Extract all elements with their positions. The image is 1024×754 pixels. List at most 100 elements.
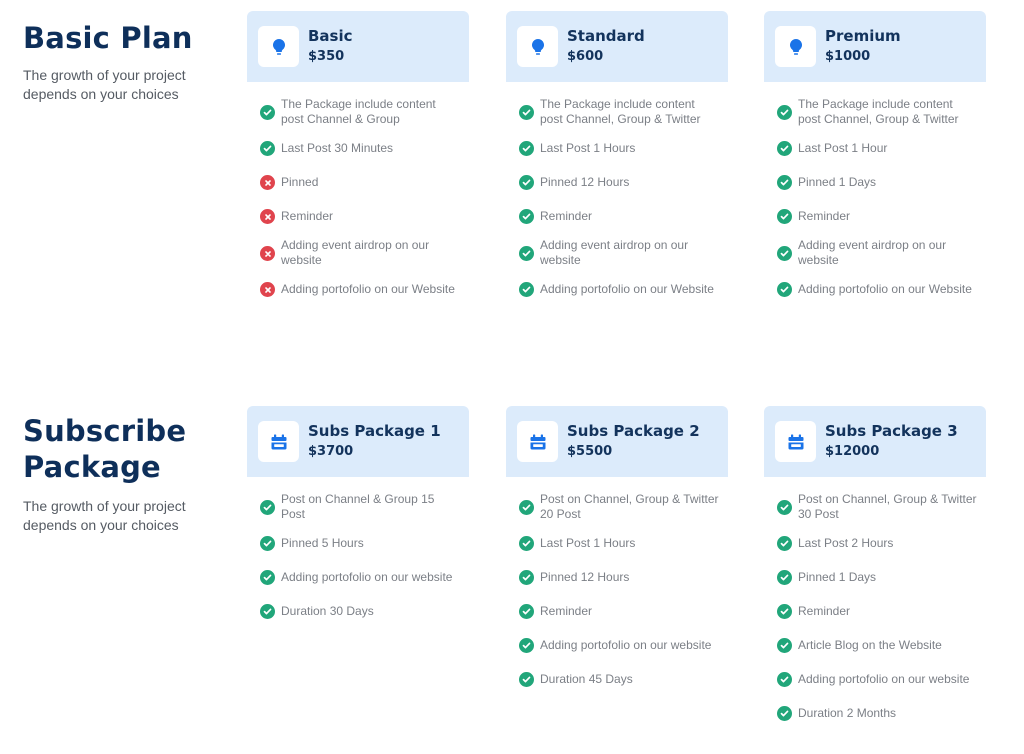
subs-card-package-1[interactable]: Subs Package 1 $3700 Post on Channel & Gro… [247,406,469,619]
feature-item: Adding portofolio on our Website [519,282,728,297]
card-header: Standard $600 [506,11,728,82]
basic-plan-intro: Basic Plan The growth of your project de… [23,20,233,104]
feature-text: Reminder [281,209,334,223]
feature-item: The Package include content post Channel… [777,97,986,127]
check-circle-icon [260,105,275,120]
check-circle-icon [519,604,534,619]
card-price: $600 [567,49,604,64]
feature-text: Post on Channel, Group & Twitter 20 Post [540,492,719,521]
feature-item: Adding portofolio on our website [260,570,469,585]
feature-item: Adding portofolio on our Website [777,282,986,297]
feature-text: Last Post 2 Hours [798,536,894,550]
section-subtitle: The growth of your project depends on yo… [23,67,186,102]
feature-text: Pinned 1 Days [798,175,877,189]
card-title: Subs Package 1 [308,422,441,440]
check-circle-icon [260,604,275,619]
feature-item: Pinned 1 Days [777,175,986,190]
section-subtitle: The growth of your project depends on yo… [23,498,186,533]
cross-circle-icon [260,175,275,190]
feature-text: Adding portofolio on our Website [540,282,714,296]
feature-text: Adding portofolio on our Website [281,282,455,296]
section-title: Subscribe Package [23,414,187,484]
card-title: Subs Package 2 [567,422,700,440]
card-title: Premium [825,27,901,45]
check-circle-icon [519,246,534,261]
feature-text: Reminder [540,604,593,618]
feature-item: Duration 30 Days [260,604,469,619]
feature-item: Reminder [519,209,728,224]
card-header: Basic $350 [247,11,469,82]
feature-text: Last Post 30 Minutes [281,141,394,155]
check-circle-icon [260,500,275,515]
feature-text: Adding event airdrop on our website [281,238,430,267]
check-circle-icon [519,672,534,687]
section-title: Basic Plan [23,21,193,55]
check-circle-icon [260,141,275,156]
feature-text: Reminder [798,604,851,618]
feature-item: Last Post 1 Hour [777,141,986,156]
card-header: Subs Package 3 $12000 [764,406,986,477]
feature-item: Last Post 1 Hours [519,536,728,551]
feature-item: Last Post 2 Hours [777,536,986,551]
calendar-icon [258,421,299,462]
feature-text: Adding event airdrop on our website [798,238,947,267]
card-title: Standard [567,27,645,45]
feature-item: Reminder [260,209,469,224]
feature-text: Post on Channel & Group 15 Post [281,492,435,521]
feature-text: Pinned 1 Days [798,570,877,584]
feature-text: Last Post 1 Hour [798,141,888,155]
plan-card-premium[interactable]: Premium $1000 The Package include content … [764,11,986,297]
feature-item: Adding portofolio on our website [777,672,986,687]
feature-item: Adding event airdrop on our website [777,238,986,268]
feature-item: Adding portofolio on our Website [260,282,469,297]
feature-text: Last Post 1 Hours [540,536,636,550]
feature-text: Last Post 1 Hours [540,141,636,155]
feature-list: The Package include content post Channel… [247,82,469,297]
feature-list: Post on Channel & Group 15 Post Pinned 5 … [247,477,469,619]
card-price: $1000 [825,49,871,64]
feature-item: Adding event airdrop on our website [260,238,469,268]
feature-text: The Package include content post Channel… [281,97,436,126]
feature-item: Reminder [777,209,986,224]
feature-list: The Package include content post Channel… [506,82,728,297]
feature-text: Duration 45 Days [540,672,633,686]
cross-circle-icon [260,282,275,297]
check-circle-icon [777,500,792,515]
plan-card-basic[interactable]: Basic $350 The Package include content pos… [247,11,469,297]
card-price: $3700 [308,444,354,459]
feature-text: Adding portofolio on our website [798,672,970,686]
check-circle-icon [519,175,534,190]
check-circle-icon [519,209,534,224]
check-circle-icon [777,638,792,653]
subs-card-package-3[interactable]: Subs Package 3 $12000 Post on Channel, Gro… [764,406,986,721]
check-circle-icon [777,570,792,585]
check-circle-icon [777,706,792,721]
feature-item: Pinned [260,175,469,190]
card-price: $350 [308,49,345,64]
feature-text: Pinned [281,175,319,189]
card-header: Premium $1000 [764,11,986,82]
feature-item: Pinned 12 Hours [519,570,728,585]
feature-item: Last Post 1 Hours [519,141,728,156]
check-circle-icon [777,209,792,224]
check-circle-icon [777,282,792,297]
feature-item: Post on Channel, Group & Twitter 20 Post [519,492,728,522]
feature-list: Post on Channel, Group & Twitter 30 Post… [764,477,986,721]
feature-text: Pinned 12 Hours [540,175,630,189]
feature-text: Article Blog on the Website [798,638,942,652]
plan-card-standard[interactable]: Standard $600 The Package include content … [506,11,728,297]
feature-text: The Package include content post Channel… [540,97,701,126]
card-header: Subs Package 1 $3700 [247,406,469,477]
subs-card-package-2[interactable]: Subs Package 2 $5500 Post on Channel, Grou… [506,406,728,687]
calendar-icon [775,421,816,462]
subscribe-package-intro: Subscribe Package The growth of your pro… [23,413,233,535]
feature-item: The Package include content post Channel… [260,97,469,127]
check-circle-icon [260,570,275,585]
feature-text: Adding event airdrop on our website [540,238,689,267]
feature-text: Adding portofolio on our Website [798,282,972,296]
feature-item: Adding event airdrop on our website [519,238,728,268]
check-circle-icon [519,141,534,156]
cross-circle-icon [260,246,275,261]
feature-text: Duration 30 Days [281,604,374,618]
feature-list: Post on Channel, Group & Twitter 20 Post… [506,477,728,687]
